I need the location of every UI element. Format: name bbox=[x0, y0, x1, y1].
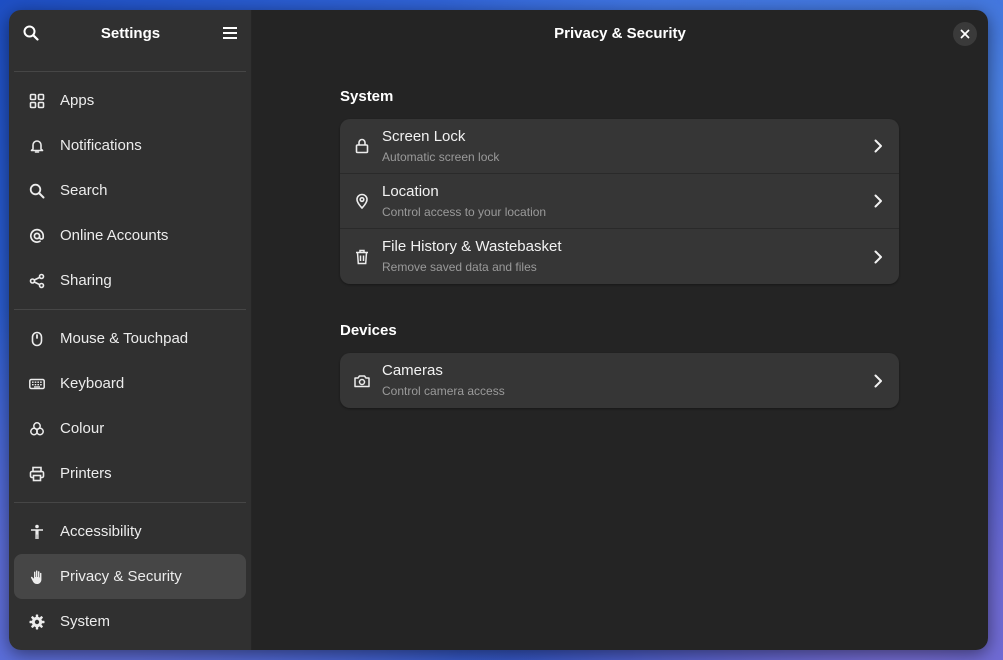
apps-grid-icon bbox=[28, 92, 46, 110]
sidebar-group-2: Mouse & Touchpad Keyboard Colour Printer… bbox=[14, 310, 246, 502]
sidebar-item-label: System bbox=[60, 613, 111, 630]
chevron-right-icon bbox=[871, 250, 885, 264]
row-texts: Location Control access to your location bbox=[382, 183, 871, 220]
devices-card: Cameras Control camera access bbox=[340, 353, 899, 408]
chevron-right-icon bbox=[871, 139, 885, 153]
sidebar-item-label: Mouse & Touchpad bbox=[60, 330, 189, 347]
row-title: Cameras bbox=[382, 362, 443, 379]
colour-icon bbox=[28, 420, 46, 438]
row-texts: File History & Wastebasket Remove saved … bbox=[382, 238, 871, 275]
sidebar-item-accessibility[interactable]: Accessibility bbox=[14, 509, 246, 554]
chevron-right-icon bbox=[871, 194, 885, 208]
sidebar-item-notifications[interactable]: Notifications bbox=[14, 123, 246, 168]
sidebar-item-label: Keyboard bbox=[60, 375, 125, 392]
page-title: Privacy & Security bbox=[554, 24, 686, 42]
bell-icon bbox=[28, 137, 46, 155]
hand-icon bbox=[28, 568, 46, 586]
mouse-icon bbox=[28, 330, 46, 348]
sidebar-group-3: Accessibility Privacy & Security System bbox=[14, 503, 246, 650]
section-title-devices: Devices bbox=[340, 322, 397, 339]
row-title: File History & Wastebasket bbox=[382, 238, 562, 255]
row-subtitle: Control access to your location bbox=[382, 204, 547, 219]
sidebar-item-privacy-security[interactable]: Privacy & Security bbox=[14, 554, 246, 599]
sidebar-list: Apps Notifications Search Online Account… bbox=[9, 72, 251, 650]
system-card: Screen Lock Automatic screen lock Locati… bbox=[340, 119, 899, 284]
close-icon bbox=[960, 29, 970, 39]
hamburger-menu-icon[interactable] bbox=[221, 24, 239, 42]
sidebar-item-colour[interactable]: Colour bbox=[14, 406, 246, 451]
gear-icon bbox=[28, 613, 46, 631]
row-title: Location bbox=[382, 182, 439, 200]
sidebar-item-label: Apps bbox=[60, 92, 95, 109]
share-icon bbox=[28, 272, 46, 290]
accessibility-icon bbox=[28, 523, 46, 541]
sidebar-item-printers[interactable]: Printers bbox=[14, 451, 246, 496]
row-title: Screen Lock bbox=[382, 127, 466, 145]
close-button[interactable] bbox=[953, 22, 977, 46]
row-texts: Screen Lock Automatic screen lock bbox=[382, 128, 871, 165]
sidebar-item-keyboard[interactable]: Keyboard bbox=[14, 361, 246, 406]
camera-icon bbox=[354, 373, 370, 389]
row-file-history[interactable]: File History & Wastebasket Remove saved … bbox=[340, 229, 899, 284]
lock-icon bbox=[354, 138, 370, 154]
sidebar-title: Settings bbox=[100, 24, 161, 42]
sidebar-item-label: Sharing bbox=[60, 272, 112, 289]
printer-icon bbox=[28, 465, 46, 483]
settings-window: Settings Apps Notifications Search Onlin… bbox=[9, 10, 988, 650]
sidebar-item-label: Colour bbox=[60, 420, 105, 437]
keyboard-icon bbox=[28, 375, 46, 393]
sidebar-item-system[interactable]: System bbox=[14, 599, 246, 644]
sidebar-item-mouse-touchpad[interactable]: Mouse & Touchpad bbox=[14, 316, 246, 361]
chevron-right-icon bbox=[871, 374, 885, 388]
sidebar: Settings Apps Notifications Search Onlin… bbox=[9, 10, 252, 650]
sidebar-item-apps[interactable]: Apps bbox=[14, 78, 246, 123]
row-subtitle: Control camera access bbox=[382, 384, 505, 398]
main-panel: Privacy & Security System Screen Lock Au… bbox=[252, 10, 988, 650]
sidebar-item-label: Privacy & Security bbox=[60, 568, 182, 585]
sidebar-item-label: Notifications bbox=[60, 137, 142, 154]
sidebar-group-1: Apps Notifications Search Online Account… bbox=[14, 72, 246, 309]
section-title-system: System bbox=[340, 88, 394, 105]
search-icon bbox=[28, 182, 46, 200]
row-subtitle: Remove saved data and files bbox=[382, 260, 537, 274]
search-icon[interactable] bbox=[22, 24, 40, 42]
sidebar-header: Settings bbox=[9, 10, 251, 56]
sidebar-item-label: Printers bbox=[60, 465, 112, 482]
sidebar-item-label: Search bbox=[60, 182, 108, 199]
sidebar-item-search[interactable]: Search bbox=[14, 168, 246, 213]
location-pin-icon bbox=[354, 193, 370, 209]
sidebar-item-online-accounts[interactable]: Online Accounts bbox=[14, 213, 246, 258]
row-cameras[interactable]: Cameras Control camera access bbox=[340, 353, 899, 408]
sidebar-item-label: Accessibility bbox=[60, 523, 142, 540]
row-location[interactable]: Location Control access to your location bbox=[340, 174, 899, 229]
row-subtitle: Automatic screen lock bbox=[382, 149, 500, 164]
main-header: Privacy & Security bbox=[252, 10, 988, 56]
settings-content: System Screen Lock Automatic screen lock bbox=[340, 88, 899, 446]
row-screen-lock[interactable]: Screen Lock Automatic screen lock bbox=[340, 119, 899, 174]
at-sign-icon bbox=[28, 227, 46, 245]
sidebar-item-label: Online Accounts bbox=[60, 227, 169, 244]
row-texts: Cameras Control camera access bbox=[382, 362, 871, 399]
trash-icon bbox=[354, 249, 370, 265]
sidebar-item-sharing[interactable]: Sharing bbox=[14, 258, 246, 303]
